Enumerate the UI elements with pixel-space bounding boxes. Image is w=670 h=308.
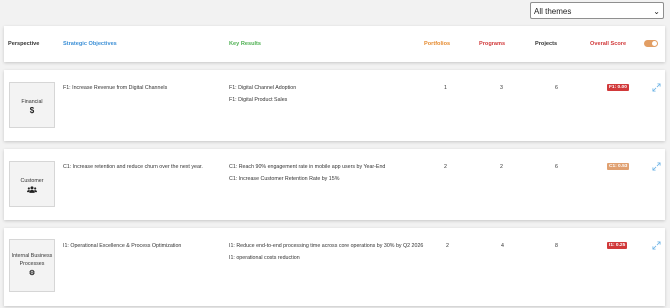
programs-count: 4: [501, 243, 504, 249]
strategic-objective: I1: Operational Excellence & Process Opt…: [63, 243, 182, 249]
programs-count: 3: [500, 85, 503, 91]
score-badge: F1: 0.00: [607, 84, 629, 91]
key-results-list: F1: Digital Channel Adoption F1: Digital…: [229, 85, 296, 108]
table-header: Perspective Strategic Objectives Key Res…: [4, 26, 665, 62]
cogs-icon: ⚙: [28, 270, 36, 277]
header-strategic-objectives: Strategic Objectives: [63, 41, 117, 47]
header-perspective: Perspective: [8, 41, 40, 47]
key-results-list: C1: Reach 90% engagement rate in mobile …: [229, 164, 385, 187]
perspective-label: Internal Business Processes: [11, 253, 53, 267]
portfolios-count: 1: [444, 85, 447, 91]
theme-select-value: All themes: [534, 7, 572, 16]
key-result-item: I1: operational costs reduction: [229, 254, 300, 261]
strategic-objective: F1: Increase Revenue from Digital Channe…: [63, 85, 168, 91]
projects-count: 6: [555, 85, 558, 91]
header-programs: Programs: [479, 41, 506, 47]
header-overall-score: Overall Score: [590, 41, 627, 47]
expand-icon[interactable]: [652, 241, 661, 250]
expand-icon[interactable]: [652, 162, 661, 171]
perspective-box: Customer: [9, 161, 55, 207]
header-key-results: Key Results: [229, 41, 262, 47]
chevron-down-icon: ⌄: [653, 7, 660, 16]
perspective-label: Customer: [20, 178, 44, 184]
key-result-item: F1: Digital Channel Adoption: [229, 85, 297, 91]
theme-select[interactable]: All themes ⌄: [530, 2, 664, 19]
key-results-list: I1: Reduce end-to-end processing time ac…: [229, 243, 423, 266]
table-row-financial: Financial $ F1: Increase Revenue from Di…: [4, 70, 665, 141]
portfolios-count: 2: [444, 164, 447, 170]
table-row-internal-business-processes: Internal Business Processes ⚙ I1: Operat…: [4, 228, 665, 306]
dollar-icon: $: [29, 106, 35, 115]
header-portfolios: Portfolios: [424, 41, 451, 47]
key-result-item: I1: Reduce end-to-end processing time ac…: [229, 243, 424, 249]
key-result-item: C1: Increase Customer Retention Rate by …: [229, 175, 340, 182]
projects-count: 8: [555, 243, 558, 249]
score-badge: I1: 0.25: [607, 242, 628, 249]
expand-icon[interactable]: [652, 83, 661, 92]
key-result-item: F1: Digital Product Sales: [229, 96, 288, 103]
portfolios-count: 2: [446, 243, 449, 249]
table-row-customer: Customer C1: Increase retention and redu…: [4, 149, 665, 220]
strategic-objective: C1: Increase retention and reduce churn …: [63, 164, 203, 170]
users-icon: [27, 186, 37, 193]
perspective-box: Financial $: [9, 82, 55, 128]
header-projects: Projects: [535, 41, 558, 47]
key-result-item: C1: Reach 90% engagement rate in mobile …: [229, 164, 386, 170]
perspective-label: Financial: [21, 99, 43, 105]
projects-count: 6: [555, 164, 558, 170]
score-badge: C1: 0.53: [607, 163, 630, 170]
perspective-box: Internal Business Processes ⚙: [9, 239, 55, 292]
programs-count: 2: [500, 164, 503, 170]
score-toggle[interactable]: [644, 40, 658, 47]
